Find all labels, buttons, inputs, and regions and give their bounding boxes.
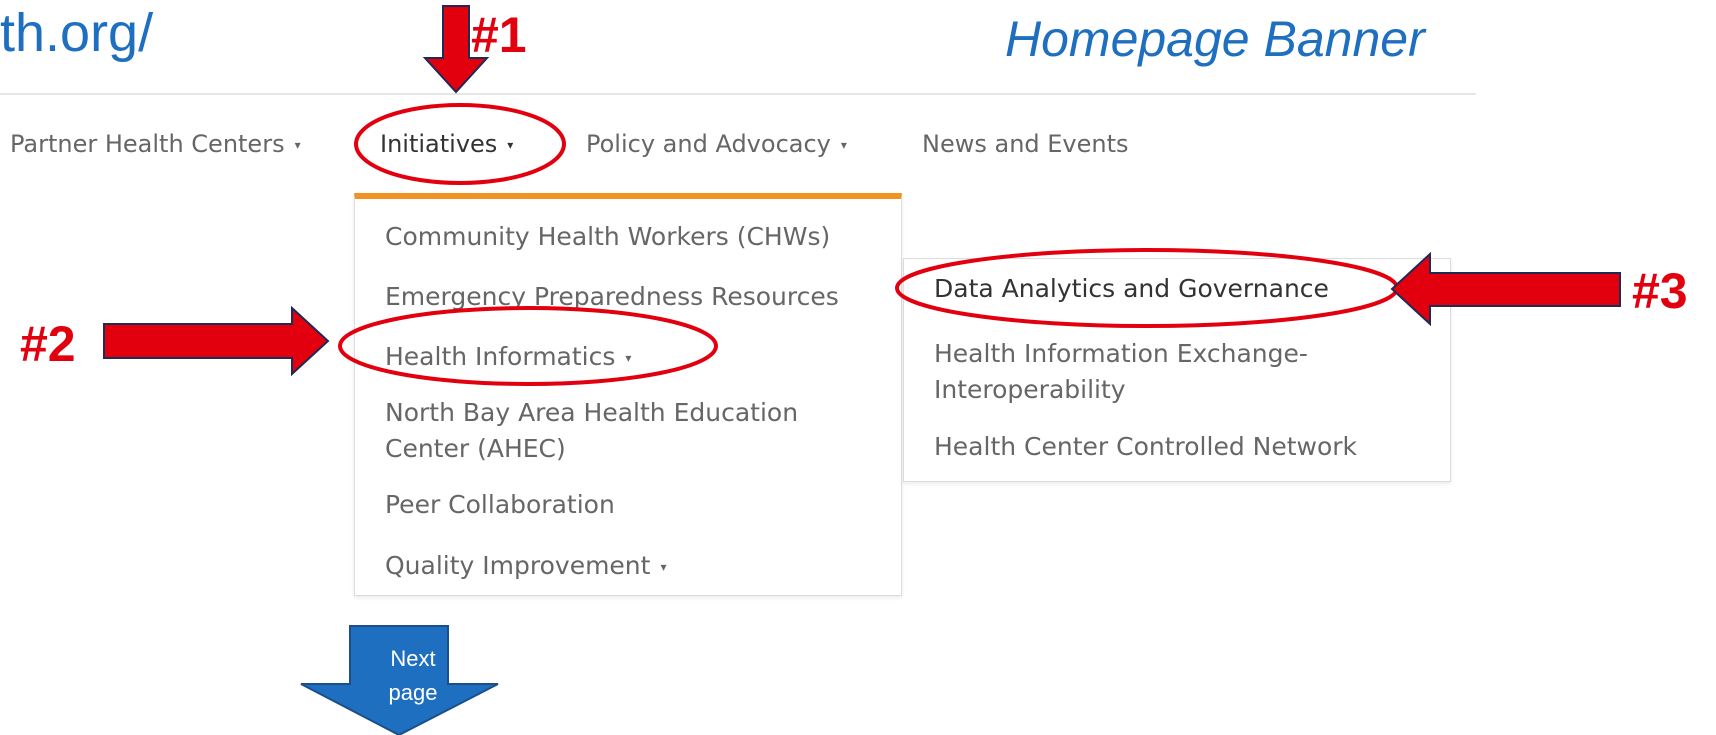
step2-label: #2 (20, 316, 76, 372)
step3-arrow-icon (1390, 251, 1621, 327)
next-page-label-line1: Next (390, 646, 436, 671)
step2-arrow-icon (103, 305, 330, 377)
data-analytics-highlight-ellipse (895, 248, 1399, 328)
annotation-overlay (103, 5, 1621, 735)
step3-label: #3 (1632, 263, 1688, 319)
next-page-label[interactable]: Next page (372, 642, 454, 710)
step1-label: #1 (471, 7, 527, 63)
health-informatics-highlight-ellipse (338, 306, 718, 386)
next-page-label-line2: page (388, 680, 438, 705)
initiatives-highlight-ellipse (354, 103, 566, 185)
